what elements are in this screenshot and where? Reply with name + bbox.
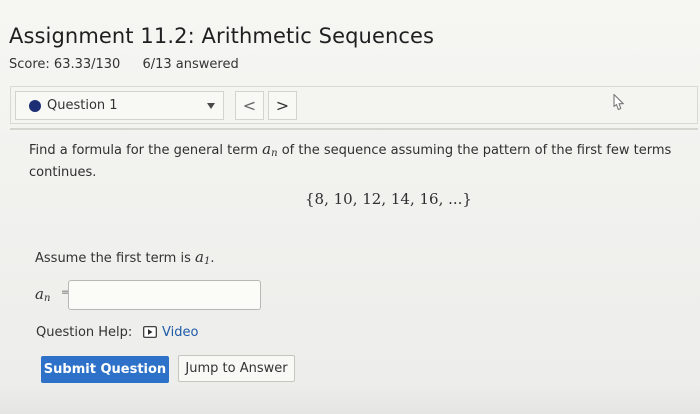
assume-text-before: Assume the first term is	[35, 251, 195, 266]
video-icon	[143, 326, 157, 338]
prompt-text-before: Find a formula for the general term	[29, 143, 263, 158]
first-term-letter: a	[195, 248, 204, 266]
answer-label: an	[35, 285, 50, 304]
question-help-label: Question Help:	[36, 325, 133, 340]
status-dot-icon	[29, 100, 41, 112]
answer-label-subscript: n	[43, 293, 51, 304]
first-term-symbol: a1	[195, 248, 210, 267]
general-term-letter: a	[262, 140, 272, 158]
assume-text-after: .	[210, 251, 215, 266]
assignment-title: Assignment 11.2: Arithmetic Sequences	[9, 24, 435, 48]
assignment-page: Assignment 11.2: Arithmetic Sequences Sc…	[0, 0, 700, 414]
question-prompt: Find a formula for the general term an o…	[29, 140, 684, 182]
answered-count: 6/13 answered	[142, 57, 239, 72]
selected-question-label: Question 1	[47, 98, 118, 113]
next-question-button[interactable]: >	[268, 91, 297, 120]
submit-question-button[interactable]: Submit Question	[41, 356, 169, 383]
jump-to-answer-button[interactable]: Jump to Answer	[178, 355, 295, 382]
score-text: Score: 63.33/130	[9, 57, 121, 72]
assume-first-term-text: Assume the first term is a1.	[35, 248, 214, 267]
question-divider	[10, 128, 698, 130]
answer-label-letter: a	[35, 285, 44, 303]
sequence-expression: {8, 10, 12, 14, 16, ...}	[305, 190, 472, 208]
answer-row: an =	[35, 280, 295, 310]
question-navigation-bar: Question 1 < >	[10, 86, 698, 124]
previous-question-button[interactable]: <	[235, 91, 264, 120]
question-selector[interactable]: Question 1	[15, 91, 224, 120]
assignment-meta: Score: 63.33/130 6/13 answered	[9, 57, 239, 72]
general-term-symbol: an	[262, 140, 277, 159]
bottom-shade	[0, 384, 700, 414]
video-link-label: Video	[162, 325, 199, 340]
pointer-cursor-icon	[613, 93, 624, 111]
answer-input[interactable]	[68, 280, 261, 310]
chevron-down-icon	[207, 103, 215, 109]
